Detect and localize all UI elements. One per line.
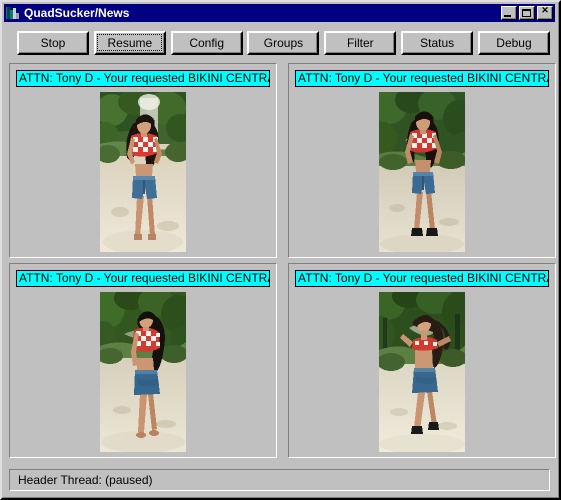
article-image-area: [289, 92, 555, 256]
article-image-area: [289, 292, 555, 456]
article-image-area: [10, 292, 276, 456]
close-button[interactable]: ✕: [537, 6, 553, 20]
minimize-icon: [504, 15, 511, 17]
filter-button-label: Filter: [346, 36, 374, 50]
article-panel-grid: ATTN: Tony D - Your requested BIKINI CEN…: [9, 63, 556, 458]
debug-button[interactable]: Debug: [477, 31, 550, 55]
debug-button-label: Debug: [496, 36, 532, 50]
article-image[interactable]: [379, 292, 465, 452]
status-bar-text: Header Thread: (paused): [18, 473, 153, 487]
article-subject-field[interactable]: ATTN: Tony D - Your requested BIKINI CEN…: [16, 270, 270, 287]
article-panel[interactable]: ATTN: Tony D - Your requested BIKINI CEN…: [288, 263, 556, 458]
article-subject-field[interactable]: ATTN: Tony D - Your requested BIKINI CEN…: [295, 70, 549, 87]
article-panel[interactable]: ATTN: Tony D - Your requested BIKINI CEN…: [288, 63, 556, 258]
status-bar: Header Thread: (paused): [9, 469, 550, 491]
article-panel[interactable]: ATTN: Tony D - Your requested BIKINI CEN…: [9, 263, 277, 458]
close-icon: ✕: [541, 5, 549, 15]
maximize-icon: [522, 9, 531, 17]
groups-button-label: Groups: [263, 36, 304, 50]
filter-button[interactable]: Filter: [324, 31, 397, 55]
window-titlebar[interactable]: QuadSucker/News ✕: [4, 4, 555, 22]
article-image[interactable]: [100, 92, 186, 252]
config-button[interactable]: Config: [170, 31, 243, 55]
article-image-area: [10, 92, 276, 256]
window-controls: ✕: [501, 6, 553, 20]
article-subject-field[interactable]: ATTN: Tony D - Your requested BIKINI CEN…: [295, 270, 549, 287]
article-panel[interactable]: ATTN: Tony D - Your requested BIKINI CEN…: [9, 63, 277, 258]
resume-button-label: Resume: [107, 36, 153, 50]
app-window: QuadSucker/News ✕ Stop Resume Config Gro…: [0, 0, 561, 500]
article-subject-field[interactable]: ATTN: Tony D - Your requested BIKINI CEN…: [16, 70, 270, 87]
config-button-label: Config: [189, 36, 224, 50]
status-button-label: Status: [420, 36, 455, 50]
window-title: QuadSucker/News: [24, 6, 130, 20]
groups-button[interactable]: Groups: [247, 31, 320, 55]
main-toolbar: Stop Resume Config Groups Filter Status …: [17, 31, 550, 57]
status-button[interactable]: Status: [401, 31, 474, 55]
article-image[interactable]: [100, 292, 186, 452]
minimize-button[interactable]: [501, 6, 517, 20]
maximize-button[interactable]: [519, 6, 535, 20]
resume-button[interactable]: Resume: [93, 31, 166, 55]
stop-button-label: Stop: [40, 36, 66, 50]
article-image[interactable]: [379, 92, 465, 252]
app-building-icon: [5, 5, 21, 21]
stop-button[interactable]: Stop: [17, 31, 89, 55]
